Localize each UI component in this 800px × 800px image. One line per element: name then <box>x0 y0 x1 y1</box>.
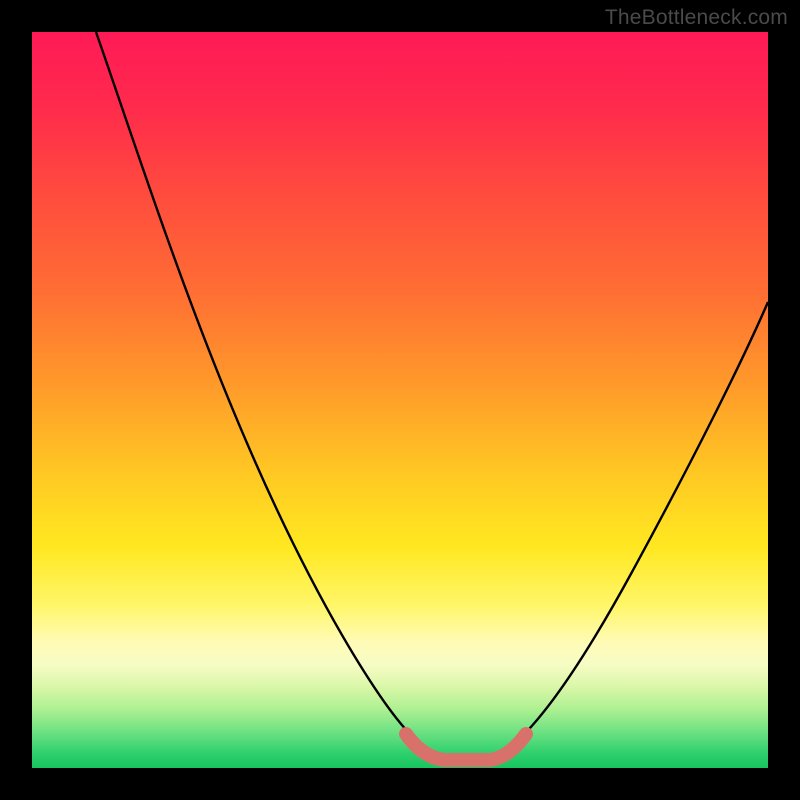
chart-frame: TheBottleneck.com <box>0 0 800 800</box>
watermark-text: TheBottleneck.com <box>605 6 788 30</box>
bottleneck-band <box>406 734 526 760</box>
bottleneck-curve-left <box>96 32 430 752</box>
bottleneck-curve-right <box>504 302 768 752</box>
curve-layer <box>32 32 768 768</box>
